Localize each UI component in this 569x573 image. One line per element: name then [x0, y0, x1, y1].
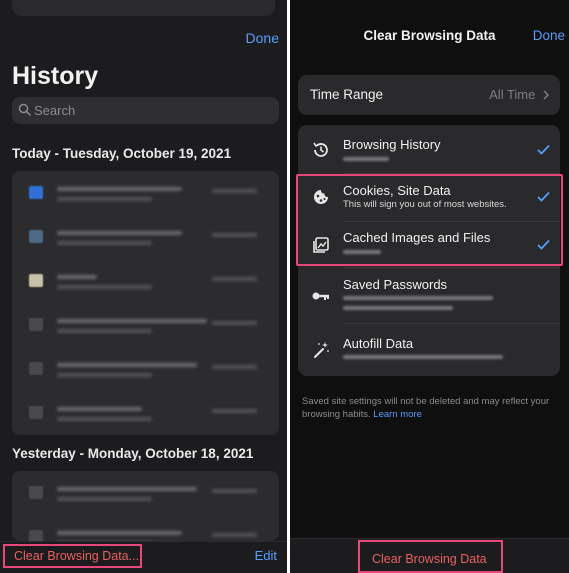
list-item[interactable] — [12, 303, 279, 347]
option-title: Saved Passwords — [343, 277, 448, 292]
site-favicon — [29, 362, 43, 375]
list-item[interactable] — [12, 215, 279, 259]
option-saved-passwords[interactable]: Saved Passwords — [298, 268, 560, 323]
history-icon — [313, 142, 328, 157]
option-browsing-history[interactable]: Browsing History — [298, 125, 560, 173]
history-list-today — [12, 171, 279, 435]
nav-title: Clear Browsing Data — [363, 28, 496, 43]
footer-note: Saved site settings will not be deleted … — [302, 396, 550, 420]
top-sheet-edge — [12, 0, 275, 16]
site-favicon — [29, 318, 43, 331]
chevron-right-icon — [543, 90, 550, 100]
history-list-yesterday — [12, 471, 279, 541]
history-done-button[interactable]: Done — [246, 30, 279, 46]
annotation-highlight-box — [296, 174, 563, 266]
list-item[interactable] — [12, 515, 279, 541]
page-title: History — [12, 62, 99, 90]
learn-more-link[interactable]: Learn more — [373, 409, 422, 420]
time-range-label: Time Range — [310, 87, 384, 102]
list-item[interactable] — [12, 171, 279, 215]
list-item[interactable] — [12, 471, 279, 515]
time-range-value: All Time — [489, 87, 550, 102]
site-favicon — [29, 406, 43, 419]
magic-wand-icon — [314, 342, 329, 358]
time-range-row[interactable]: Time Range All Time — [298, 75, 560, 115]
search-input[interactable]: Search — [12, 97, 279, 124]
site-favicon — [29, 230, 43, 243]
section-header-yesterday: Yesterday - Monday, October 18, 2021 — [12, 446, 254, 461]
search-placeholder: Search — [34, 103, 76, 118]
checkmark-icon — [537, 144, 550, 155]
clear-done-button[interactable]: Done — [533, 28, 565, 43]
site-favicon — [29, 530, 43, 541]
site-favicon — [29, 274, 43, 287]
key-icon — [312, 292, 329, 300]
site-favicon — [29, 186, 43, 199]
edit-button[interactable]: Edit — [255, 548, 277, 563]
option-title: Browsing History — [343, 137, 441, 152]
search-icon — [18, 103, 31, 116]
clear-browsing-data-label: Clear Browsing Data... — [14, 549, 140, 563]
clear-browsing-data-label: Clear Browsing Data — [372, 552, 487, 566]
clear-browsing-data-confirm-button[interactable]: Clear Browsing Data — [358, 540, 503, 573]
list-item[interactable] — [12, 347, 279, 391]
history-panel: Done History Search Today - Tuesday, Oct… — [0, 0, 287, 573]
option-title: Autofill Data — [343, 336, 414, 351]
clear-browsing-data-button[interactable]: Clear Browsing Data... — [3, 544, 142, 568]
site-favicon — [29, 486, 43, 499]
option-autofill-data[interactable]: Autofill Data — [298, 324, 560, 376]
list-item[interactable] — [12, 391, 279, 435]
list-item[interactable] — [12, 259, 279, 303]
clear-browsing-data-panel: Clear Browsing Data Done Time Range All … — [290, 0, 569, 573]
section-header-today: Today - Tuesday, October 19, 2021 — [12, 146, 232, 161]
